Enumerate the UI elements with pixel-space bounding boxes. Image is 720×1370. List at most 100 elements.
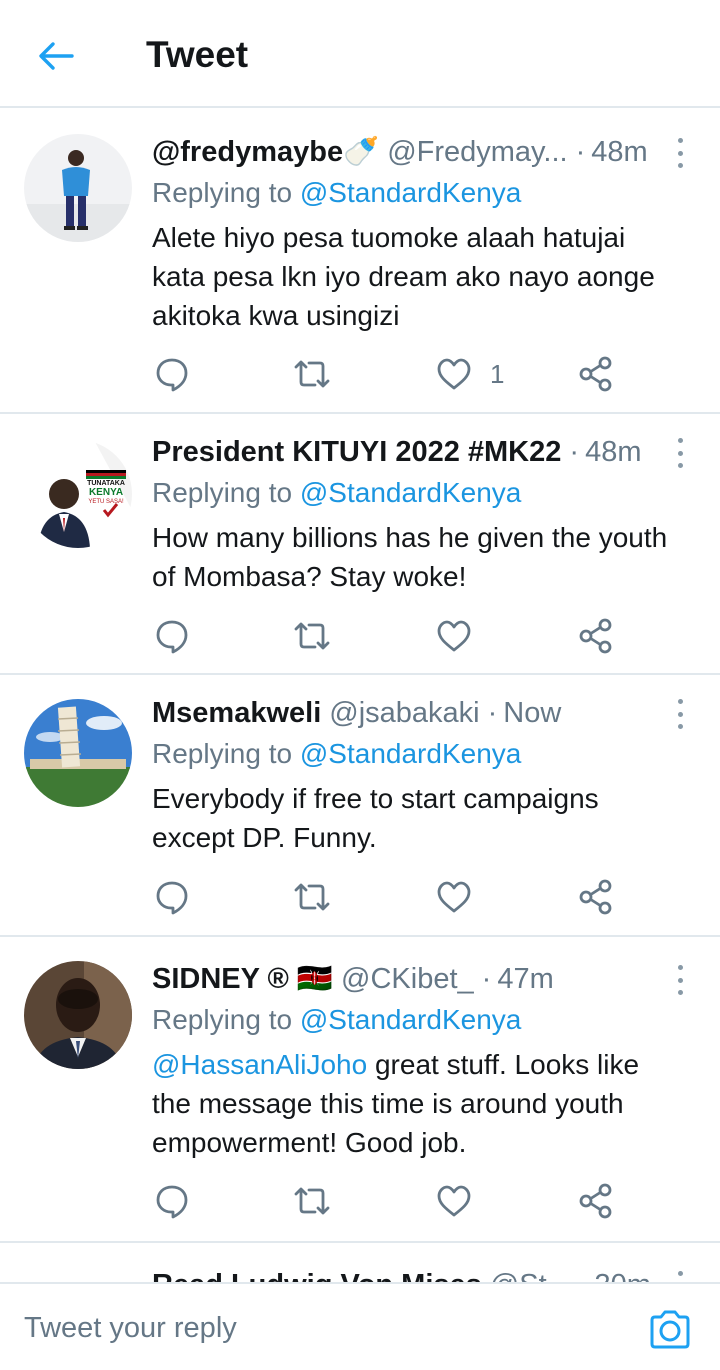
retweet-button[interactable] xyxy=(292,354,332,394)
more-dot xyxy=(677,990,683,995)
reply-button[interactable] xyxy=(152,877,192,917)
arrow-left-icon xyxy=(39,42,74,70)
replying-to-prefix: Replying to xyxy=(152,477,293,508)
retweet-icon xyxy=(294,1187,330,1215)
replying-to-link[interactable]: @StandardKenya xyxy=(300,177,521,208)
share-button[interactable] xyxy=(576,1181,616,1221)
more-dot xyxy=(677,463,683,468)
tweet-item[interactable]: @fredymaybe🍼 @Fredymay... · 48m Replying… xyxy=(0,110,720,414)
comment-icon xyxy=(156,1185,188,1219)
share-button[interactable] xyxy=(576,616,616,656)
retweet-icon xyxy=(294,360,330,388)
like-button[interactable] xyxy=(434,877,474,917)
tweet-item[interactable]: Read Ludwig Von Mises @St... · 30m xyxy=(0,1243,720,1282)
more-dot xyxy=(677,150,683,156)
comment-icon xyxy=(156,881,188,915)
separator-dot: · xyxy=(575,136,586,168)
share-icon xyxy=(579,879,612,915)
more-dot xyxy=(677,163,683,168)
tweet-actions xyxy=(152,616,632,656)
retweet-button[interactable] xyxy=(292,877,332,917)
author-handle[interactable]: @Fredymay... xyxy=(387,134,567,170)
comment-icon xyxy=(156,620,188,654)
more-options-button[interactable] xyxy=(668,965,692,995)
more-vertical-icon xyxy=(677,438,683,443)
share-button[interactable] xyxy=(576,877,616,917)
more-dot xyxy=(677,450,683,456)
timestamp: 48m xyxy=(585,436,642,468)
reply-input[interactable] xyxy=(24,1304,624,1352)
mention-link[interactable]: @HassanAliJoho xyxy=(152,1049,367,1080)
replying-to-prefix: Replying to xyxy=(152,177,293,208)
author-name[interactable]: @fredymaybe🍼 xyxy=(152,134,379,170)
timestamp: 30m xyxy=(594,1267,650,1282)
more-dot xyxy=(677,977,683,983)
more-vertical-icon xyxy=(677,699,683,704)
retweet-button[interactable] xyxy=(292,616,332,656)
like-count: 1 xyxy=(490,358,505,389)
like-button[interactable] xyxy=(434,1181,474,1221)
more-vertical-icon xyxy=(677,138,683,143)
tweet-actions: 1 xyxy=(152,354,632,394)
tweet-item[interactable]: TUNATAKA KENYA YETU SASA! President KITU… xyxy=(0,414,720,675)
replying-to: Replying to @StandardKenya xyxy=(152,1001,670,1039)
share-icon xyxy=(579,618,612,654)
reply-button[interactable] xyxy=(152,616,192,656)
retweet-icon xyxy=(294,883,330,911)
more-dot xyxy=(677,724,683,729)
like-button[interactable]: 1 xyxy=(434,354,504,394)
more-options-button[interactable] xyxy=(668,438,692,468)
more-options-button[interactable] xyxy=(668,699,692,729)
replying-to-link[interactable]: @StandardKenya xyxy=(300,1004,521,1035)
replying-to: Replying to @StandardKenya xyxy=(152,735,670,773)
tweet-text: Alete hiyo pesa tuomoke alaah hatujai ka… xyxy=(152,222,655,331)
more-vertical-icon xyxy=(677,965,683,970)
more-vertical-icon xyxy=(677,1271,683,1276)
avatar[interactable] xyxy=(24,699,132,807)
share-button[interactable] xyxy=(576,354,616,394)
avatar-badge-line1: TUNATAKA xyxy=(87,480,125,487)
author-name[interactable]: SIDNEY ® 🇰🇪 xyxy=(152,961,333,997)
avatar[interactable]: TUNATAKA KENYA YETU SASA! xyxy=(24,440,132,548)
tweet-actions xyxy=(152,877,632,917)
separator-dot: · xyxy=(569,436,580,468)
like-button[interactable] xyxy=(434,616,474,656)
more-dot xyxy=(677,711,683,717)
more-options-button[interactable] xyxy=(668,138,692,168)
separator-dot: · xyxy=(579,1267,589,1282)
reply-button[interactable] xyxy=(152,1181,192,1221)
tweet-item[interactable]: Msemakweli @jsabakaki · Now Replying to … xyxy=(0,675,720,937)
author-name[interactable]: President KITUYI 2022 #MK22 xyxy=(152,434,561,470)
replying-to: Replying to @StandardKenya xyxy=(152,474,670,512)
heart-icon xyxy=(437,358,471,390)
avatar[interactable] xyxy=(24,134,132,242)
back-button[interactable] xyxy=(30,30,82,82)
share-icon xyxy=(579,356,612,392)
author-handle[interactable]: @St... xyxy=(490,1267,571,1282)
replying-to-link[interactable]: @StandardKenya xyxy=(300,738,521,769)
author-handle[interactable]: @jsabakaki xyxy=(329,695,479,731)
retweet-icon xyxy=(294,622,330,650)
reply-button[interactable] xyxy=(152,354,192,394)
retweet-button[interactable] xyxy=(292,1181,332,1221)
camera-icon xyxy=(650,1310,690,1349)
page-title: Tweet xyxy=(146,34,249,75)
heart-icon xyxy=(437,881,471,913)
tweet-item[interactable]: SIDNEY ® 🇰🇪 @CKibet_ · 47m Replying to @… xyxy=(0,937,720,1243)
camera-button[interactable] xyxy=(646,1308,694,1352)
separator-dot: · xyxy=(487,697,498,729)
author-name[interactable]: Read Ludwig Von Mises xyxy=(152,1267,482,1282)
replying-to: Replying to @StandardKenya xyxy=(152,174,670,212)
avatar[interactable] xyxy=(24,961,132,1069)
replying-to-prefix: Replying to xyxy=(152,738,293,769)
more-options-button[interactable] xyxy=(668,1271,692,1282)
author-name[interactable]: Msemakweli xyxy=(152,695,321,731)
heart-icon xyxy=(437,1185,471,1217)
separator-dot: · xyxy=(481,963,492,995)
timestamp: Now xyxy=(503,697,562,729)
replying-to-link[interactable]: @StandardKenya xyxy=(300,477,521,508)
timestamp: 48m xyxy=(591,136,648,168)
author-handle[interactable]: @CKibet_ xyxy=(341,961,474,997)
replies-feed[interactable]: @fredymaybe🍼 @Fredymay... · 48m Replying… xyxy=(0,110,720,1282)
top-bar: Tweet xyxy=(0,0,720,108)
